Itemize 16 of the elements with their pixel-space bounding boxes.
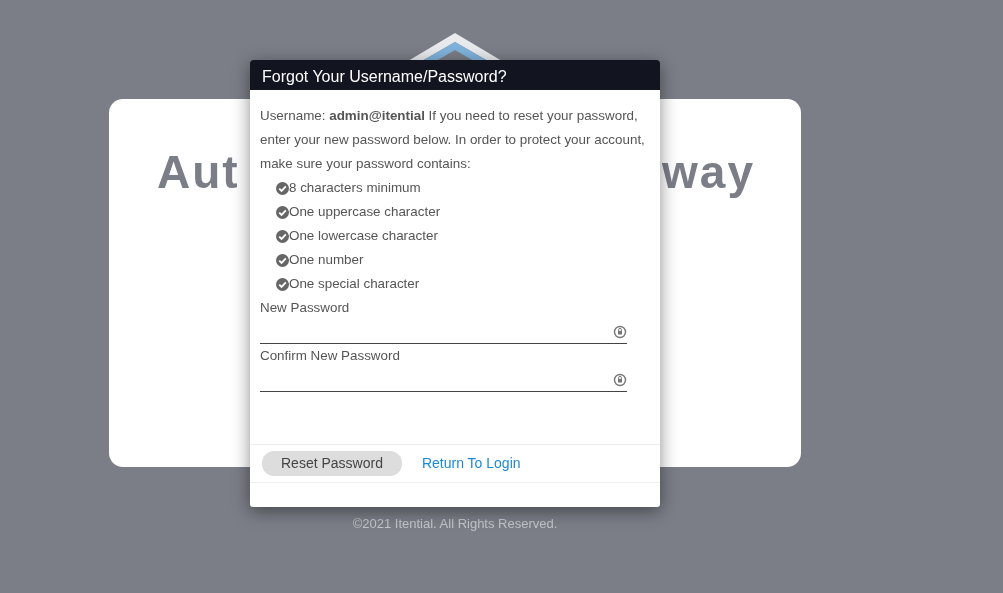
title-text: Aut bbox=[157, 149, 240, 195]
requirement-text: 8 characters minimum bbox=[289, 179, 421, 197]
field-label: Confirm New Password bbox=[260, 347, 401, 365]
reset-password-button[interactable]: Reset Password bbox=[262, 451, 402, 476]
requirement-text: One number bbox=[289, 251, 364, 269]
requirement-text: One special character bbox=[289, 275, 420, 293]
lock-icon[interactable] bbox=[613, 371, 627, 388]
return-to-login-link[interactable]: Return To Login bbox=[421, 453, 521, 474]
dialog-title: Forgot Your Username/Password? bbox=[250, 60, 660, 90]
field-label: New Password bbox=[260, 299, 351, 317]
lock-icon[interactable] bbox=[613, 323, 627, 340]
requirement-text: One uppercase character bbox=[289, 203, 441, 221]
requirement-text: One lowercase character bbox=[289, 227, 438, 245]
logo-icon bbox=[408, 33, 502, 63]
instructions-text: Username: admin@itential If you need to reset your password, enter your new password below. In order to protect your account, make sure your password contains: bbox=[260, 107, 646, 173]
copyright-text: ©2021 Itential. All Rights Reserved. bbox=[351, 515, 559, 533]
